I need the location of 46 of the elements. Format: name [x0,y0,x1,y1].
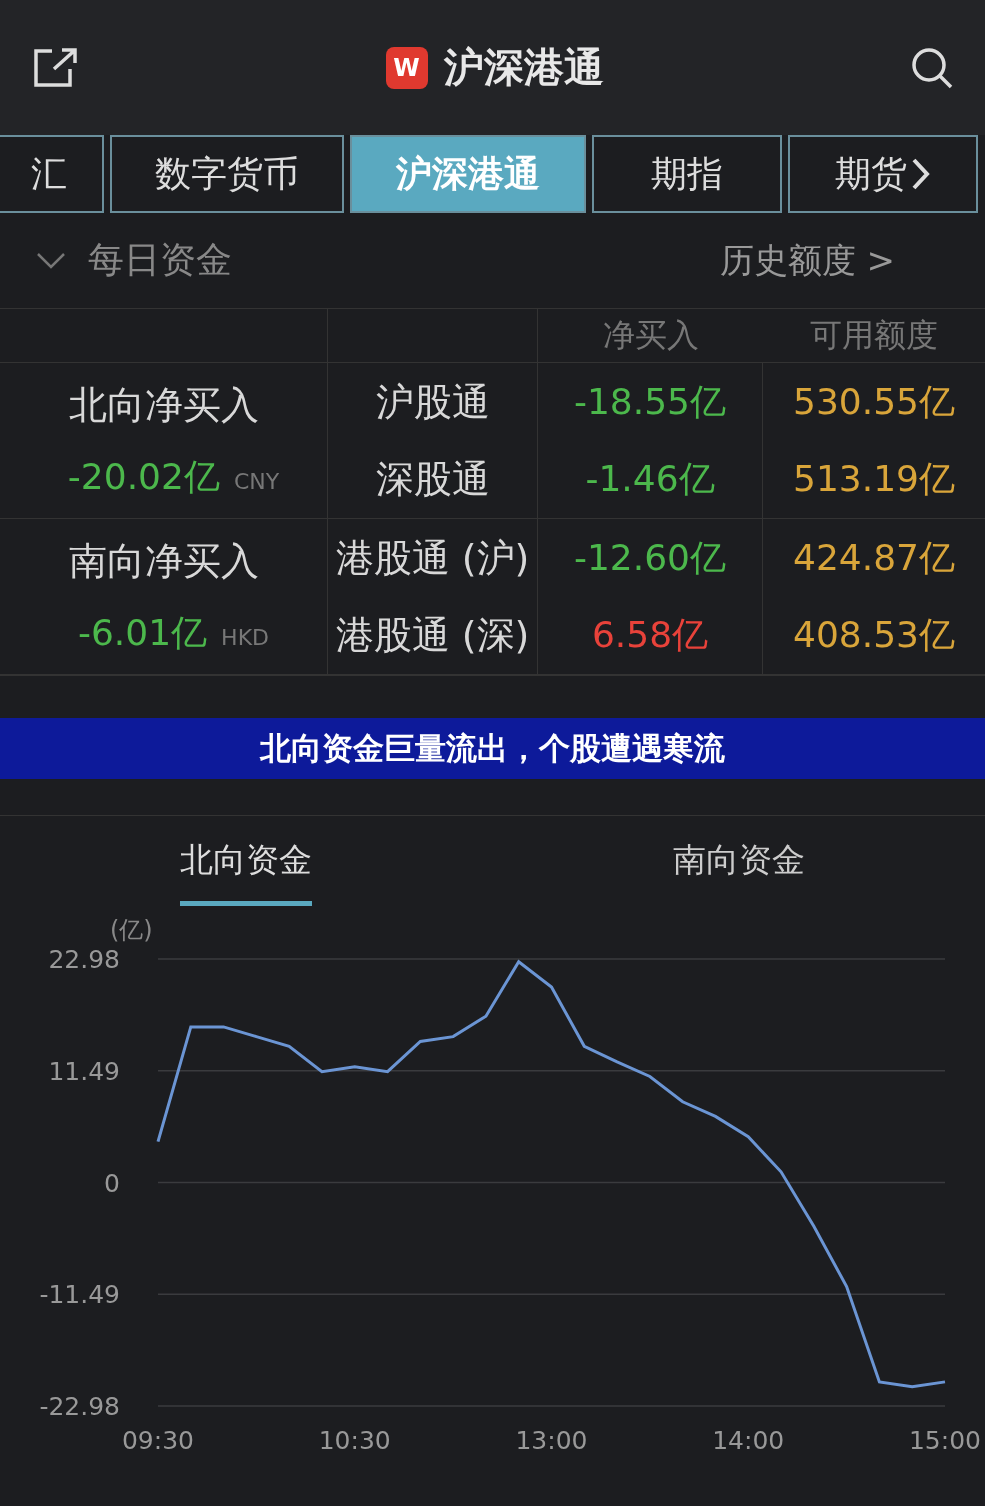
x-tick-label: 09:30 [122,1426,194,1455]
y-tick-label: 11.49 [48,1056,120,1086]
history-quota-link[interactable]: 历史额度 > [719,237,895,284]
x-tick-label: 14:00 [712,1426,785,1455]
channel-name: 港股通 (深) [335,612,530,659]
y-tick-label: -11.49 [39,1280,120,1310]
channel-name: 沪股通 [375,378,490,426]
y-tick-label: 0 [104,1168,120,1198]
chart-tab[interactable]: 北向资金 [180,838,313,906]
app-logo: W [385,46,428,89]
headline-banner: 北向资金巨量流出，个股遭遇寒流 [0,718,985,779]
share-icon[interactable] [32,46,78,89]
chevron-down-icon[interactable] [36,251,66,270]
x-tick-label: 10:30 [318,1426,391,1455]
search-icon[interactable] [911,46,953,89]
currency-label: HKD [221,624,270,650]
quota-value: 513.19亿 [793,457,955,501]
quota-value: 408.53亿 [793,613,955,657]
channel-name: 深股通 [375,456,490,503]
net-buy-value: -18.55亿 [573,379,727,424]
page-title: 沪深港通 [443,43,604,92]
channel-name: 港股通 (沪) [335,534,530,582]
net-buy-value: -1.46亿 [585,457,715,501]
market-tab[interactable]: 数字货币 [110,135,344,213]
group-label: 北向净买入 [68,381,259,429]
market-tab[interactable]: 汇 [0,135,104,213]
chevron-right-icon [911,157,931,191]
axis-unit-label: (亿) [110,916,153,944]
net-buy-value: -12.60亿 [573,535,727,580]
group-total: -6.01亿 [77,610,208,655]
quota-value: 424.87亿 [793,535,955,580]
x-tick-label: 15:00 [909,1426,981,1455]
market-tab[interactable]: 期货 [788,135,978,213]
currency-label: CNY [233,468,280,494]
group-total: -20.02亿 [67,454,220,499]
group-label: 南向净买入 [68,537,259,585]
quota-value: 530.55亿 [793,379,955,424]
x-tick-label: 13:00 [515,1426,588,1455]
chart-tab[interactable]: 南向资金 [672,838,805,906]
market-tab[interactable]: 期指 [592,135,782,213]
section-title: 每日资金 [88,238,232,282]
column-header: 可用额度 [810,314,938,356]
net-buy-value: 6.58亿 [591,613,709,657]
y-tick-label: -22.98 [39,1392,120,1421]
column-header: 净买入 [602,314,699,356]
y-tick-label: 22.98 [48,945,120,974]
